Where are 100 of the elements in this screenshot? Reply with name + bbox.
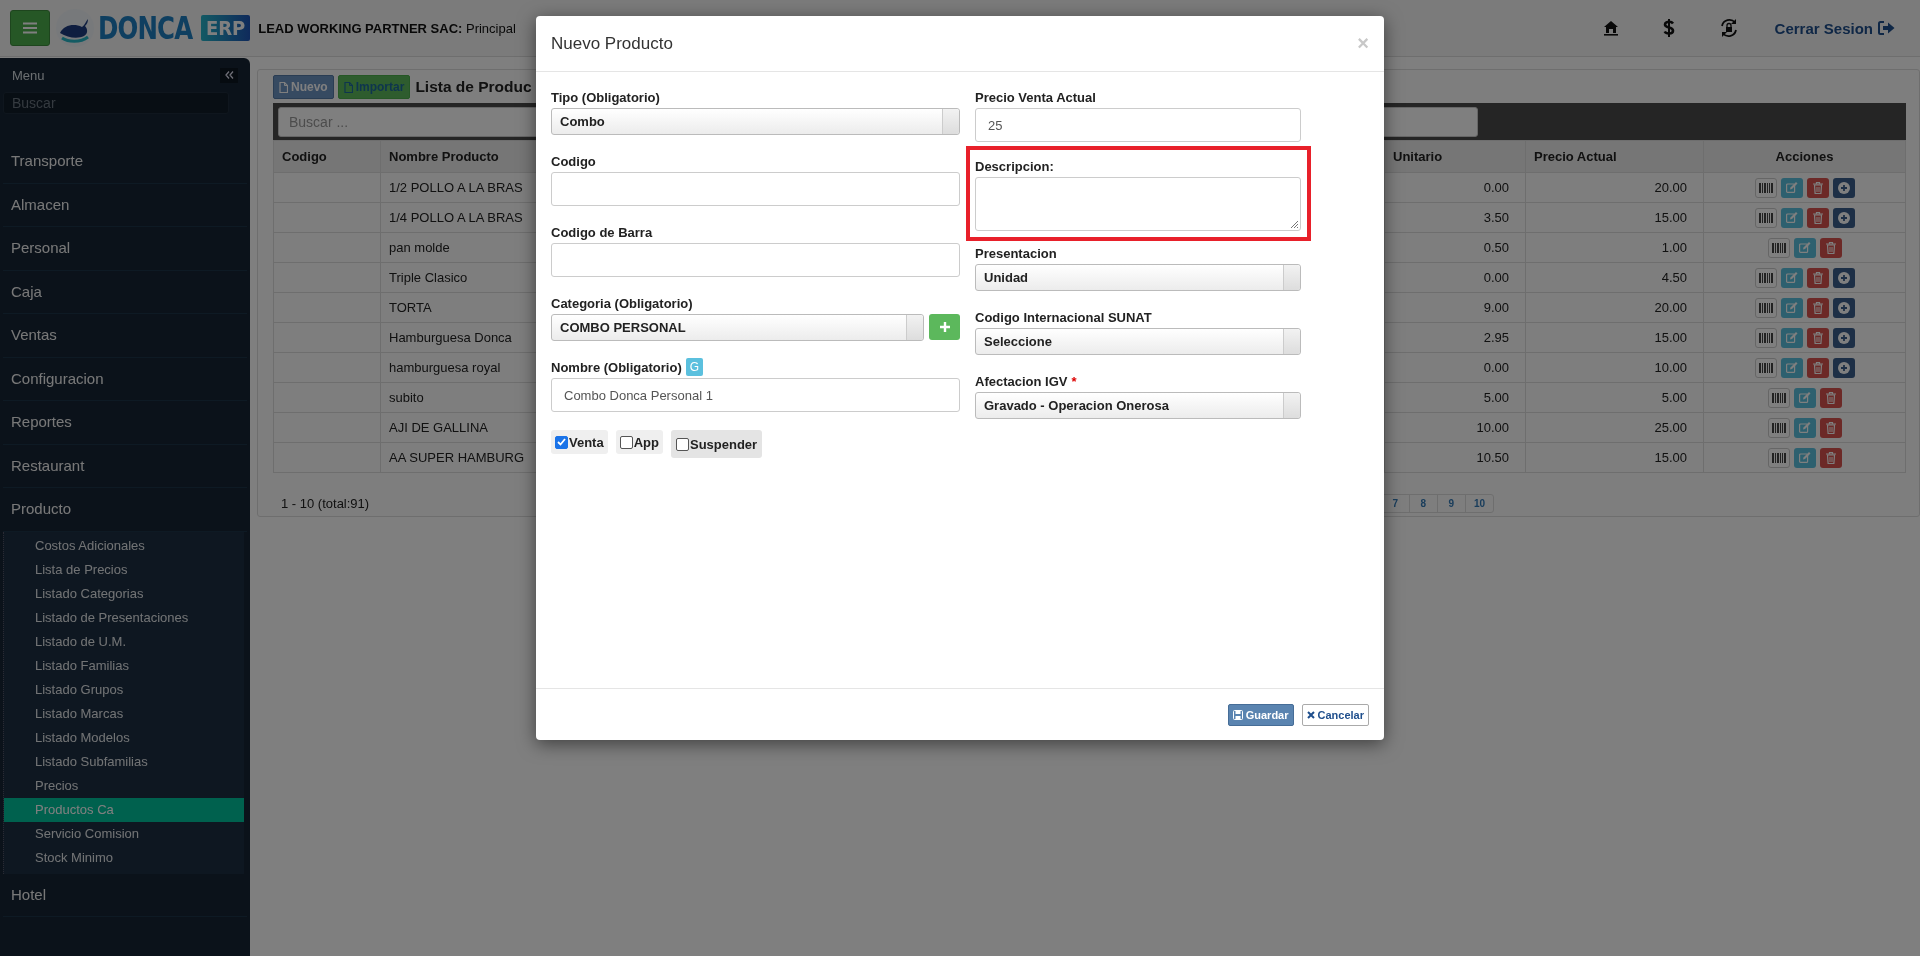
new-button[interactable]: Nuevo [273,75,334,99]
cancel-button[interactable]: Cancelar [1301,703,1369,726]
checkbox-option[interactable]: Venta [551,430,608,454]
generate-button[interactable]: G [685,358,704,376]
delete-button[interactable] [1806,207,1829,228]
submenu-item[interactable]: Servicio Comision [4,821,244,846]
add-button[interactable] [1832,267,1855,288]
delete-button[interactable] [1806,177,1829,198]
submenu-item[interactable]: Costos Adicionales [4,533,244,558]
checkbox-option[interactable]: App [615,430,663,454]
resize-grip-icon [1289,219,1299,229]
add-button[interactable] [929,314,960,340]
select-field[interactable]: Combo [551,108,960,135]
edit-button[interactable] [1780,207,1803,228]
home-icon[interactable] [1602,20,1619,36]
cross-icon [1306,710,1315,719]
logout-link[interactable]: Cerrar Sesion [1774,19,1895,37]
collapse-button[interactable] [220,67,238,83]
sidebar-item[interactable]: Almacen [3,183,247,227]
sidebar-item[interactable]: Ventas [3,314,247,358]
sidebar-item[interactable]: Configuracion [3,357,247,401]
delete-button[interactable] [1806,297,1829,318]
sidebar-item[interactable]: Personal [3,227,247,271]
field-label: Tipo (Obligatorio) [551,89,660,105]
input-field[interactable]: Combo Donca Personal 1 [551,378,960,412]
save-button[interactable]: Guardar [1227,703,1294,726]
select-field[interactable]: COMBO PERSONAL [551,314,924,341]
delete-button[interactable] [1806,327,1829,348]
page-link[interactable]: 8 [1408,494,1437,512]
delete-button[interactable] [1819,447,1842,468]
lock-refresh-icon[interactable] [1718,18,1739,38]
sidebar-item[interactable]: Transporte [3,140,247,184]
input-field[interactable] [551,243,960,277]
barcode-button[interactable] [1767,387,1790,408]
page-link[interactable]: 7 [1381,494,1409,512]
edit-button[interactable] [1780,357,1803,378]
submenu-item[interactable]: Listado de U.M. [4,629,244,654]
input-field[interactable]: 25 [975,108,1301,142]
barcode-button[interactable] [1754,207,1777,228]
barcode-button[interactable] [1754,357,1777,378]
checkbox[interactable] [675,437,689,451]
edit-button[interactable] [1780,177,1803,198]
submenu-item[interactable]: Listado Marcas [4,701,244,726]
delete-button[interactable] [1819,417,1842,438]
table-cell: 15.00 [1525,322,1704,353]
edit-button[interactable] [1793,447,1816,468]
checkbox[interactable] [555,435,568,449]
menu-button[interactable] [10,10,50,46]
edit-button[interactable] [1793,417,1816,438]
delete-button[interactable] [1819,387,1842,408]
sidebar-item[interactable]: Caja [3,270,247,314]
edit-button[interactable] [1793,387,1816,408]
logo-text: DONCA [98,9,193,47]
barcode-button[interactable] [1754,177,1777,198]
file-icon [279,81,288,93]
trash-icon [1812,361,1823,374]
submenu-item[interactable]: Stock Minimo [4,845,244,870]
submenu-item[interactable]: Listado de Presentaciones [4,605,244,630]
submenu-item[interactable]: Listado Grupos [4,677,244,702]
page-link[interactable]: 10 [1464,494,1493,512]
table-cell: 20.00 [1525,172,1704,203]
text-area[interactable] [975,177,1301,231]
edit-button[interactable] [1780,327,1803,348]
select-field[interactable]: Gravado - Operacion Onerosa [975,392,1301,419]
add-button[interactable] [1832,177,1855,198]
dialog-title: Nuevo Producto [551,33,673,54]
submenu-item[interactable]: Precios [4,773,244,798]
sidebar-item[interactable]: Reportes [3,401,247,445]
submenu-item[interactable]: Listado Familias [4,653,244,678]
menu-title: Menu [12,67,45,83]
delete-button[interactable] [1819,237,1842,258]
edit-button[interactable] [1793,237,1816,258]
add-button[interactable] [1832,357,1855,378]
add-button[interactable] [1832,327,1855,348]
select-field[interactable]: Seleccione [975,328,1301,355]
barcode-button[interactable] [1754,267,1777,288]
barcode-button[interactable] [1754,297,1777,318]
barcode-button[interactable] [1767,417,1790,438]
submenu-item[interactable]: Lista de Precios [4,557,244,582]
edit-button[interactable] [1780,297,1803,318]
barcode-button[interactable] [1754,327,1777,348]
barcode-button[interactable] [1767,237,1790,258]
sidebar-item[interactable]: Restaurant [3,444,247,488]
select-field[interactable]: Unidad [975,264,1301,291]
add-button[interactable] [1832,297,1855,318]
delete-button[interactable] [1806,267,1829,288]
add-button[interactable] [1832,207,1855,228]
input-field[interactable] [551,172,960,206]
dollar-icon[interactable] [1662,19,1675,37]
barcode-button[interactable] [1767,447,1790,468]
submenu-item[interactable]: Listado Modelos [4,725,244,750]
page-link[interactable]: 9 [1436,494,1465,512]
sidebar-item[interactable]: Hotel [3,873,247,917]
checkbox[interactable] [619,435,633,449]
edit-button[interactable] [1780,267,1803,288]
sidebar-item[interactable]: Producto [3,488,247,532]
submenu-item[interactable]: Listado Categorias [4,581,244,606]
submenu-item[interactable]: Listado Subfamilias [4,749,244,774]
delete-button[interactable] [1806,357,1829,378]
checkbox-option[interactable]: Suspender [670,430,763,458]
